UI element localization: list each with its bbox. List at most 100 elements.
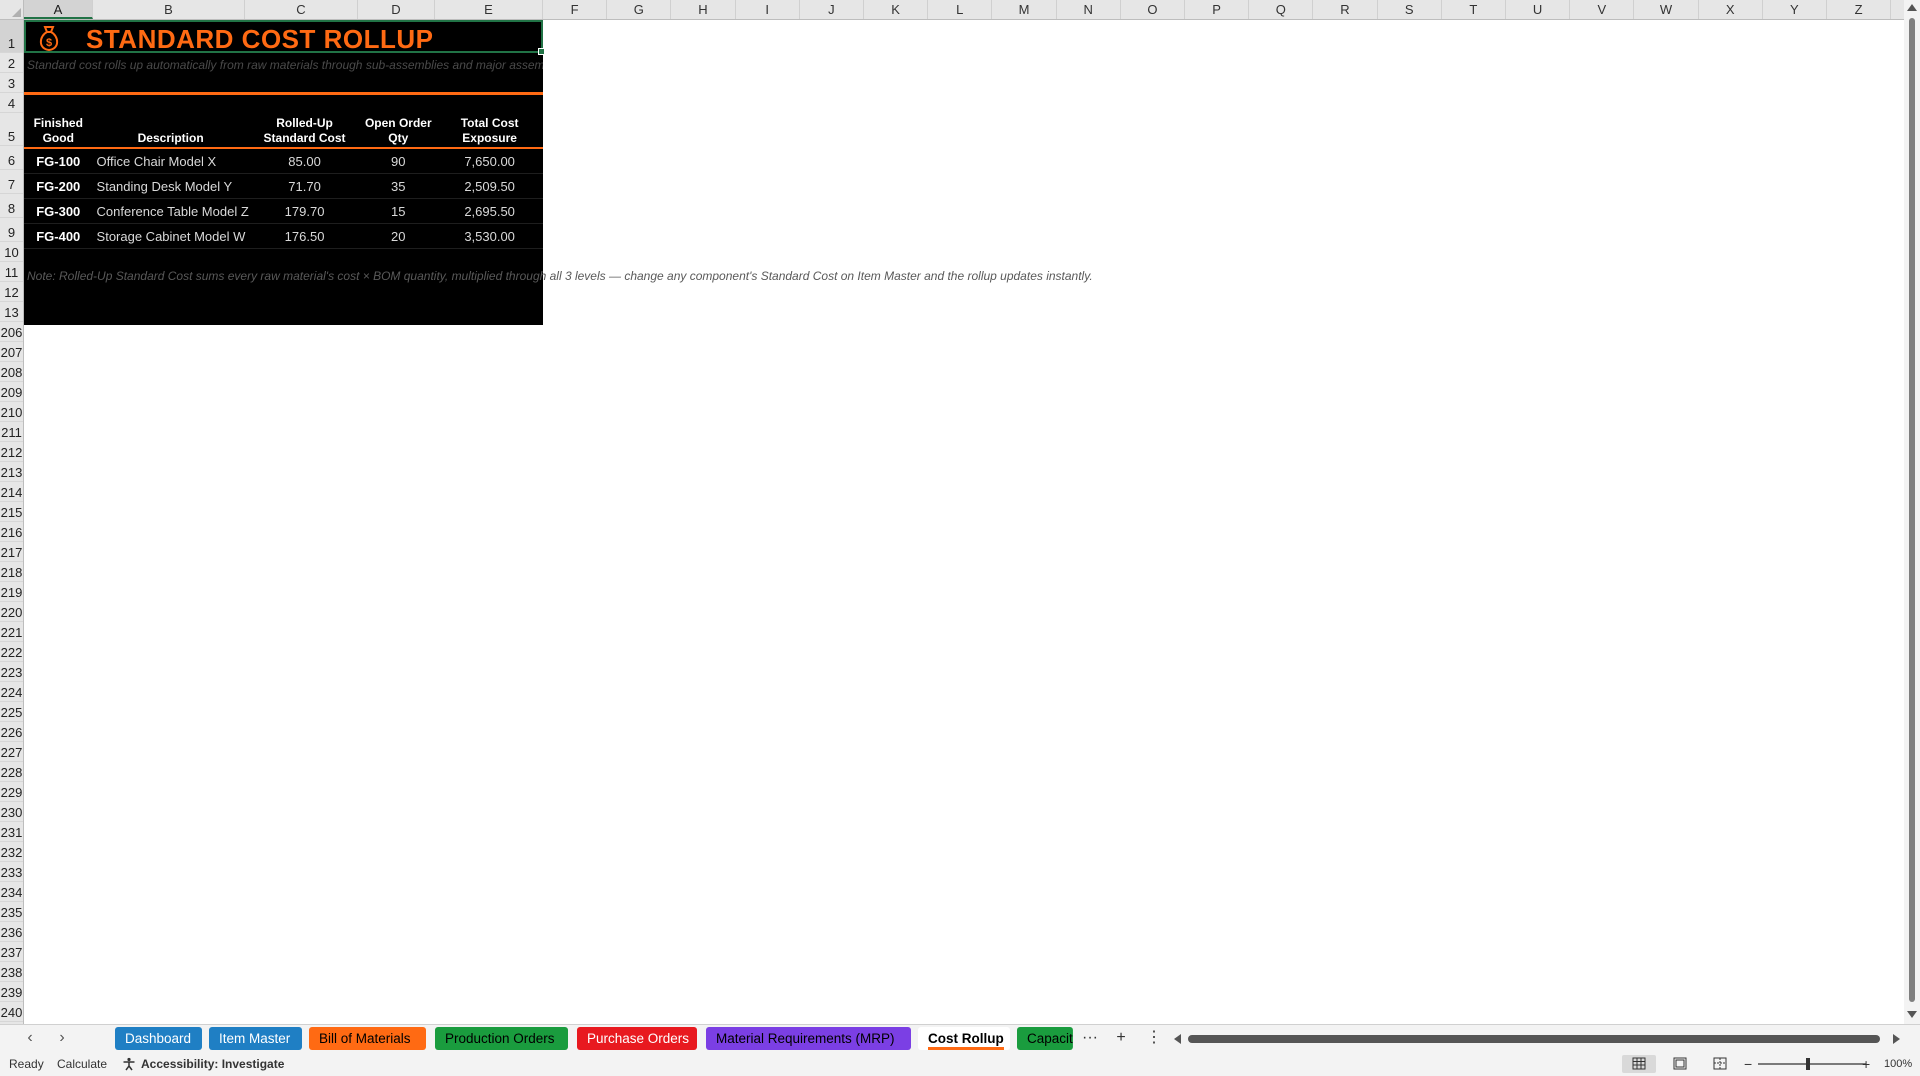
row-header[interactable]: 13 bbox=[0, 302, 23, 322]
row-header[interactable]: 6 bbox=[0, 146, 23, 170]
row-header[interactable]: 11 bbox=[0, 262, 23, 282]
finished-good-code[interactable]: FG-300 bbox=[24, 198, 93, 224]
row-header[interactable]: 226 bbox=[0, 722, 23, 742]
sheet-tab[interactable]: Material Requirements (MRP) bbox=[706, 1027, 911, 1050]
accessibility-status[interactable]: Accessibility: Investigate bbox=[141, 1052, 284, 1076]
column-header[interactable]: P bbox=[1185, 0, 1250, 19]
zoom-in-button[interactable]: + bbox=[1862, 1052, 1870, 1076]
column-header[interactable]: J bbox=[800, 0, 864, 19]
page-break-view-button[interactable] bbox=[1703, 1055, 1737, 1073]
row-header[interactable]: 235 bbox=[0, 902, 23, 922]
sheet-tab[interactable]: Production Orders bbox=[435, 1027, 568, 1050]
rolled-up-cost[interactable]: 71.70 bbox=[248, 173, 361, 199]
row-header[interactable]: 230 bbox=[0, 802, 23, 822]
add-sheet-button[interactable]: + bbox=[1111, 1028, 1131, 1048]
item-description[interactable]: Office Chair Model X bbox=[92, 148, 249, 174]
row-header[interactable]: 217 bbox=[0, 542, 23, 562]
item-description[interactable]: Conference Table Model Z bbox=[92, 198, 249, 224]
row-header[interactable]: 216 bbox=[0, 522, 23, 542]
row-header[interactable]: 211 bbox=[0, 422, 23, 442]
row-header[interactable]: 236 bbox=[0, 922, 23, 942]
zoom-slider-thumb[interactable] bbox=[1806, 1058, 1810, 1070]
sheet-tab[interactable]: Purchase Orders bbox=[577, 1027, 697, 1050]
row-header[interactable]: 212 bbox=[0, 442, 23, 462]
row-header[interactable]: 10 bbox=[0, 242, 23, 262]
row-header[interactable]: 7 bbox=[0, 170, 23, 194]
row-header[interactable]: 218 bbox=[0, 562, 23, 582]
row-header[interactable]: 209 bbox=[0, 382, 23, 402]
row-header[interactable]: 5 bbox=[0, 113, 23, 146]
finished-good-code[interactable]: FG-100 bbox=[24, 148, 93, 174]
rolled-up-cost[interactable]: 179.70 bbox=[248, 198, 361, 224]
column-header[interactable]: A bbox=[24, 0, 93, 19]
row-header[interactable]: 234 bbox=[0, 882, 23, 902]
column-header[interactable]: T bbox=[1442, 0, 1506, 19]
column-header[interactable]: Q bbox=[1249, 0, 1314, 19]
column-header[interactable]: H bbox=[671, 0, 736, 19]
total-cost-exposure[interactable]: 3,530.00 bbox=[436, 223, 543, 249]
select-all-corner[interactable] bbox=[0, 0, 24, 20]
scroll-right-arrow-icon[interactable] bbox=[1893, 1034, 1900, 1044]
row-header[interactable]: 208 bbox=[0, 362, 23, 382]
column-header[interactable]: S bbox=[1378, 0, 1442, 19]
row-header[interactable]: 240 bbox=[0, 1002, 23, 1022]
sheet-tab[interactable]: Bill of Materials bbox=[309, 1027, 426, 1050]
column-header[interactable]: R bbox=[1313, 0, 1378, 19]
row-header[interactable]: 223 bbox=[0, 662, 23, 682]
item-description[interactable]: Standing Desk Model Y bbox=[92, 173, 249, 199]
row-header[interactable]: 227 bbox=[0, 742, 23, 762]
row-header[interactable]: 228 bbox=[0, 762, 23, 782]
chevron-left-icon[interactable]: ‹ bbox=[21, 1029, 39, 1047]
item-description[interactable]: Storage Cabinet Model W bbox=[92, 223, 249, 249]
sheet-tab[interactable]: Dashboard bbox=[115, 1027, 202, 1050]
normal-view-button[interactable] bbox=[1622, 1055, 1656, 1073]
row-header[interactable]: 224 bbox=[0, 682, 23, 702]
row-header[interactable]: 231 bbox=[0, 822, 23, 842]
column-header[interactable]: X bbox=[1699, 0, 1763, 19]
row-header[interactable]: 3 bbox=[0, 73, 23, 93]
rolled-up-cost[interactable]: 176.50 bbox=[248, 223, 361, 249]
row-header[interactable]: 2 bbox=[0, 53, 23, 73]
row-header[interactable]: 220 bbox=[0, 602, 23, 622]
column-header[interactable]: V bbox=[1570, 0, 1635, 19]
chevron-right-icon[interactable]: › bbox=[53, 1029, 71, 1047]
row-header[interactable]: 222 bbox=[0, 642, 23, 662]
more-tabs-icon[interactable]: ··· bbox=[1080, 1028, 1100, 1048]
row-header[interactable]: 238 bbox=[0, 962, 23, 982]
vertical-scrollbar[interactable] bbox=[1904, 0, 1920, 1024]
open-order-qty[interactable]: 15 bbox=[360, 198, 437, 224]
column-header[interactable]: M bbox=[992, 0, 1057, 19]
row-header[interactable]: 229 bbox=[0, 782, 23, 802]
row-header[interactable]: 8 bbox=[0, 194, 23, 218]
zoom-level[interactable]: 100% bbox=[1884, 1052, 1912, 1076]
column-header[interactable]: G bbox=[607, 0, 672, 19]
row-header[interactable]: 210 bbox=[0, 402, 23, 422]
row-header[interactable]: 219 bbox=[0, 582, 23, 602]
column-header[interactable]: C bbox=[245, 0, 358, 19]
worksheet-grid[interactable]: $ STANDARD COST ROLLUP Standard cost rol… bbox=[24, 20, 1898, 1024]
row-header[interactable]: 239 bbox=[0, 982, 23, 1002]
total-cost-exposure[interactable]: 7,650.00 bbox=[436, 148, 543, 174]
row-header[interactable]: 12 bbox=[0, 282, 23, 302]
column-header[interactable]: L bbox=[928, 0, 993, 19]
calculate-button[interactable]: Calculate bbox=[57, 1052, 107, 1076]
row-header[interactable]: 4 bbox=[0, 93, 23, 113]
row-header[interactable]: 206 bbox=[0, 322, 23, 342]
column-header[interactable]: Y bbox=[1763, 0, 1827, 19]
sheet-tab[interactable]: Cost Rollup bbox=[918, 1027, 1010, 1050]
row-header[interactable]: 215 bbox=[0, 502, 23, 522]
column-header[interactable]: D bbox=[358, 0, 435, 19]
sheet-options-icon[interactable]: ⋮ bbox=[1144, 1028, 1164, 1048]
column-header[interactable]: B bbox=[93, 0, 245, 19]
selected-cell-a1[interactable]: $ STANDARD COST ROLLUP bbox=[24, 20, 545, 55]
total-cost-exposure[interactable]: 2,695.50 bbox=[436, 198, 543, 224]
scroll-down-arrow-icon[interactable] bbox=[1907, 1011, 1917, 1018]
column-header[interactable]: K bbox=[864, 0, 929, 19]
total-cost-exposure[interactable]: 2,509.50 bbox=[436, 173, 543, 199]
row-header[interactable]: 225 bbox=[0, 702, 23, 722]
row-header[interactable]: 232 bbox=[0, 842, 23, 862]
open-order-qty[interactable]: 35 bbox=[360, 173, 437, 199]
finished-good-code[interactable]: FG-400 bbox=[24, 223, 93, 249]
column-header[interactable]: F bbox=[543, 0, 608, 19]
row-header[interactable]: 207 bbox=[0, 342, 23, 362]
